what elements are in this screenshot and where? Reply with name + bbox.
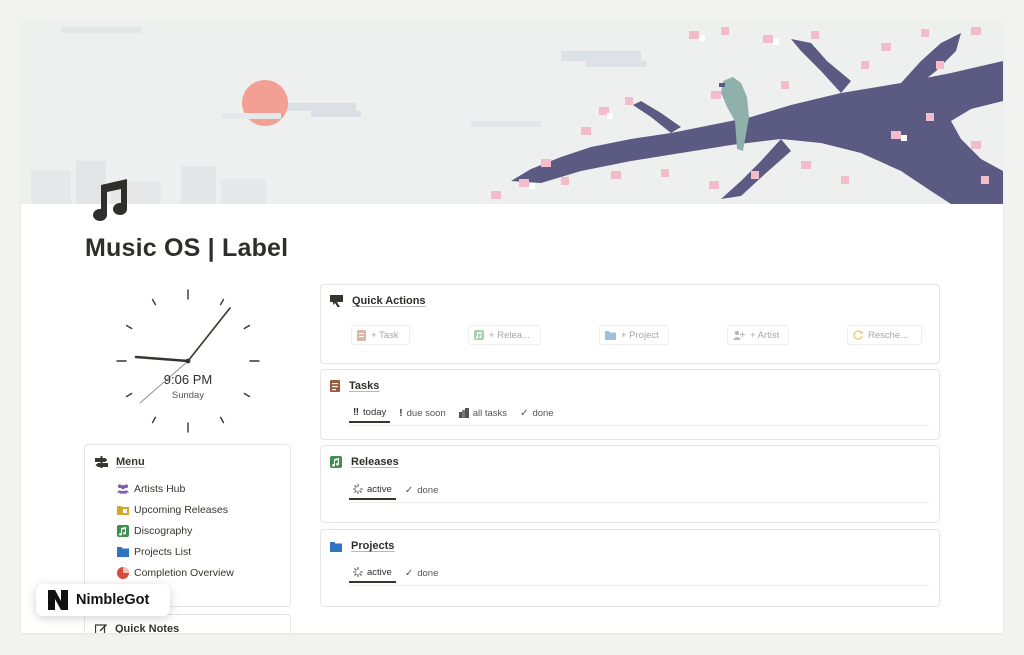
cover-image bbox=[21, 21, 1003, 204]
tab-today[interactable]: ‼ today bbox=[349, 403, 391, 423]
add-release-button[interactable]: + Relea... bbox=[468, 325, 541, 345]
clock-hour-hand bbox=[134, 355, 190, 363]
projects-header[interactable]: Projects bbox=[330, 540, 394, 552]
tab-active[interactable]: active bbox=[349, 480, 396, 500]
check-icon: ✓ bbox=[520, 407, 529, 419]
projects-divider bbox=[349, 585, 929, 586]
folder-calendar-icon bbox=[117, 504, 129, 516]
add-person-icon bbox=[733, 330, 745, 340]
double-exclamation-icon: ‼ bbox=[353, 406, 360, 418]
quick-actions-title: Quick Actions bbox=[352, 295, 426, 307]
stack-icon bbox=[458, 408, 469, 418]
menu-item-upcoming-releases[interactable]: Upcoming Releases bbox=[117, 499, 234, 520]
menu-header[interactable]: Menu bbox=[95, 456, 145, 468]
tasks-tabs: ‼ today ! due soon all tasks ✓ done bbox=[349, 403, 558, 423]
pie-chart-icon bbox=[117, 566, 129, 579]
cursor-click-icon bbox=[330, 295, 343, 307]
releases-divider bbox=[349, 502, 929, 503]
quick-actions-buttons: + Task + Relea... + Project + Artist Res… bbox=[351, 325, 922, 345]
add-project-button[interactable]: + Project bbox=[599, 325, 669, 345]
loading-icon bbox=[353, 484, 363, 494]
folder-icon bbox=[605, 331, 616, 340]
music-list-icon bbox=[117, 524, 129, 537]
clock-day: Sunday bbox=[171, 390, 205, 401]
projects-card: Projects active ✓ done bbox=[320, 529, 940, 607]
task-icon bbox=[330, 380, 340, 392]
exclamation-icon: ! bbox=[399, 407, 403, 419]
menu-item-projects-list[interactable]: Projects List bbox=[117, 541, 234, 562]
release-icon bbox=[474, 330, 484, 340]
menu-card: Menu Artists Hub Upcoming Releases Disco… bbox=[84, 444, 291, 607]
tab-active[interactable]: active bbox=[349, 563, 396, 583]
tab-done[interactable]: ✓ done bbox=[401, 563, 443, 583]
projects-tabs: active ✓ done bbox=[349, 563, 442, 583]
releases-header[interactable]: Releases bbox=[330, 456, 399, 468]
quick-actions-header[interactable]: Quick Actions bbox=[330, 295, 426, 307]
menu-item-label: Projects List bbox=[134, 545, 192, 558]
folder-icon bbox=[330, 541, 342, 552]
tab-due-soon[interactable]: ! due soon bbox=[395, 403, 449, 423]
music-list-icon bbox=[330, 456, 342, 468]
tasks-title: Tasks bbox=[349, 380, 380, 392]
menu-title: Menu bbox=[116, 456, 145, 468]
pixel-art-cover bbox=[21, 21, 1003, 204]
nimblegot-logo-icon bbox=[48, 590, 68, 610]
releases-title: Releases bbox=[351, 456, 399, 468]
watermark-badge: NimbleGot bbox=[36, 584, 170, 616]
tasks-card: Tasks ‼ today ! due soon all tasks ✓ don… bbox=[320, 369, 940, 440]
edit-icon bbox=[95, 624, 107, 633]
tab-done[interactable]: ✓ done bbox=[516, 403, 558, 423]
check-icon: ✓ bbox=[404, 484, 414, 496]
releases-tabs: active ✓ done bbox=[349, 480, 442, 500]
tasks-header[interactable]: Tasks bbox=[330, 380, 379, 392]
clock-minute-hand bbox=[187, 307, 231, 362]
menu-item-discography[interactable]: Discography bbox=[117, 520, 234, 541]
signpost-icon bbox=[95, 456, 108, 468]
page-title: Music OS | Label bbox=[85, 234, 289, 262]
loading-icon bbox=[353, 567, 363, 577]
quick-actions-card: Quick Actions + Task + Relea... + Projec… bbox=[320, 284, 940, 364]
add-task-button[interactable]: + Task bbox=[351, 325, 410, 345]
reschedule-icon bbox=[853, 330, 863, 340]
quick-notes-header[interactable]: Quick Notes bbox=[95, 623, 179, 633]
analog-clock bbox=[116, 289, 260, 433]
task-icon bbox=[357, 329, 366, 341]
menu-item-label: Artists Hub bbox=[134, 482, 186, 495]
watermark-text: NimbleGot bbox=[76, 592, 150, 608]
reschedule-button[interactable]: Resche... bbox=[847, 325, 922, 345]
quick-notes-title: Quick Notes bbox=[115, 623, 180, 633]
add-artist-button[interactable]: + Artist bbox=[727, 325, 789, 345]
projects-title: Projects bbox=[351, 540, 395, 552]
releases-card: Releases active ✓ done bbox=[320, 445, 940, 523]
people-icon bbox=[117, 483, 129, 495]
music-note-icon bbox=[93, 179, 127, 221]
notion-page: Music OS | Label 9:06 PM Sunday Menu Art… bbox=[21, 21, 1003, 633]
menu-item-label: Discography bbox=[134, 524, 193, 537]
menu-item-label: Completion Overview bbox=[134, 566, 234, 579]
quick-notes-card: Quick Notes bbox=[84, 614, 291, 633]
tab-done[interactable]: ✓ done bbox=[401, 480, 443, 500]
check-icon: ✓ bbox=[404, 567, 414, 579]
menu-item-label: Upcoming Releases bbox=[134, 503, 228, 516]
tasks-divider bbox=[349, 425, 929, 426]
folder-icon bbox=[117, 546, 129, 558]
menu-item-completion-overview[interactable]: Completion Overview bbox=[117, 562, 234, 583]
clock-time: 9:06 PM bbox=[163, 372, 213, 387]
tab-all-tasks[interactable]: all tasks bbox=[455, 403, 511, 423]
menu-item-artists-hub[interactable]: Artists Hub bbox=[117, 478, 234, 499]
menu-list: Artists Hub Upcoming Releases Discograph… bbox=[117, 478, 234, 583]
